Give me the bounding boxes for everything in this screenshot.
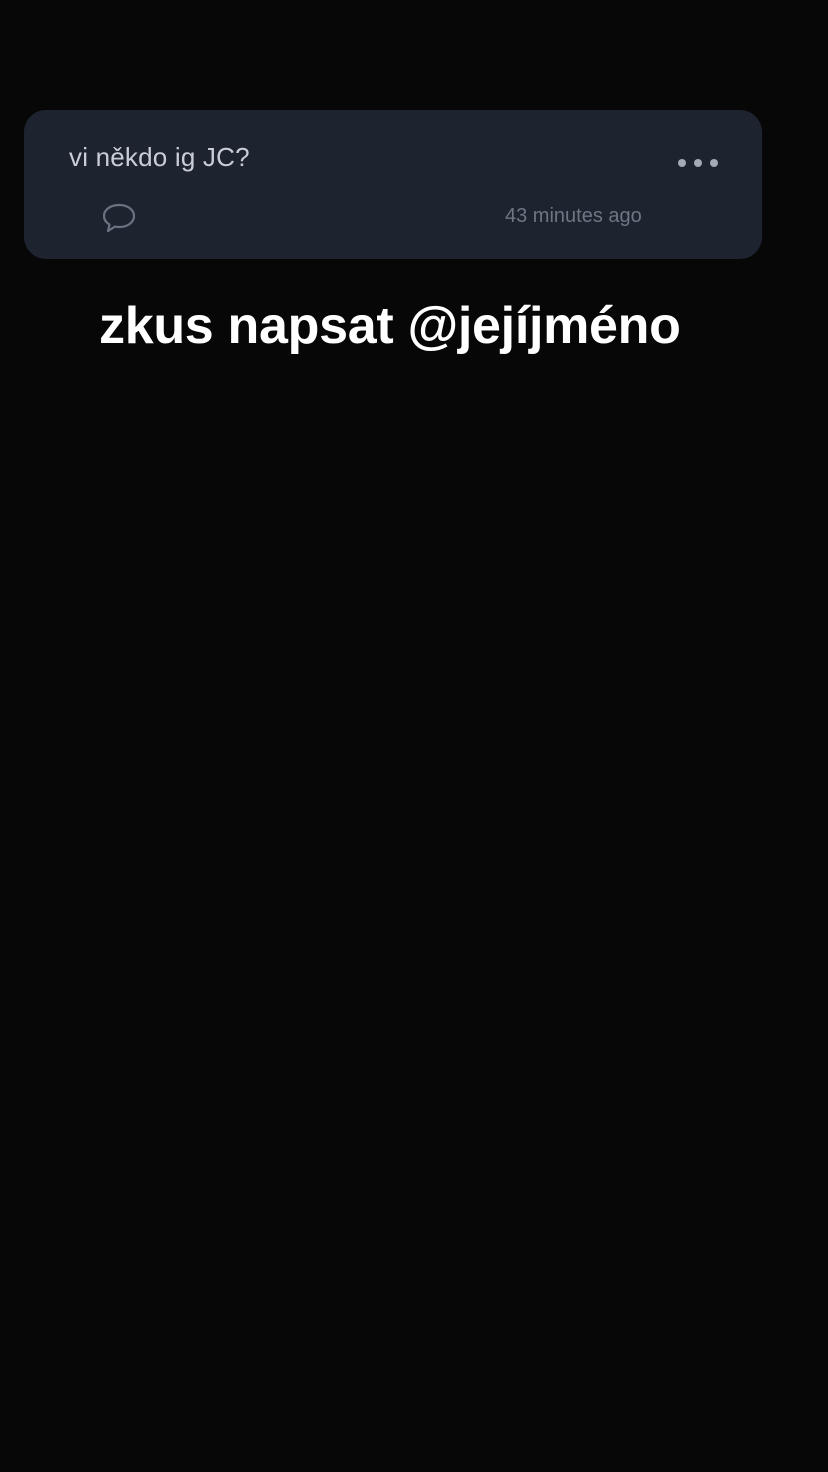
story-caption-text: zkus napsat @jejíjméno — [99, 297, 681, 355]
post-text: vi někdo ig JC? — [69, 142, 250, 172]
post-card[interactable]: vi někdo ig JC? 43 minutes ago — [24, 110, 762, 259]
comment-button[interactable] — [98, 198, 140, 238]
post-timestamp: 43 minutes ago — [505, 205, 642, 227]
more-options-dot — [710, 159, 718, 167]
more-options-dot — [694, 159, 702, 167]
comment-bubble-icon — [102, 203, 136, 233]
more-options-button[interactable] — [672, 146, 724, 180]
story-screen: vi někdo ig JC? 43 minutes ago zkus naps… — [0, 0, 828, 1472]
more-options-dot — [678, 159, 686, 167]
